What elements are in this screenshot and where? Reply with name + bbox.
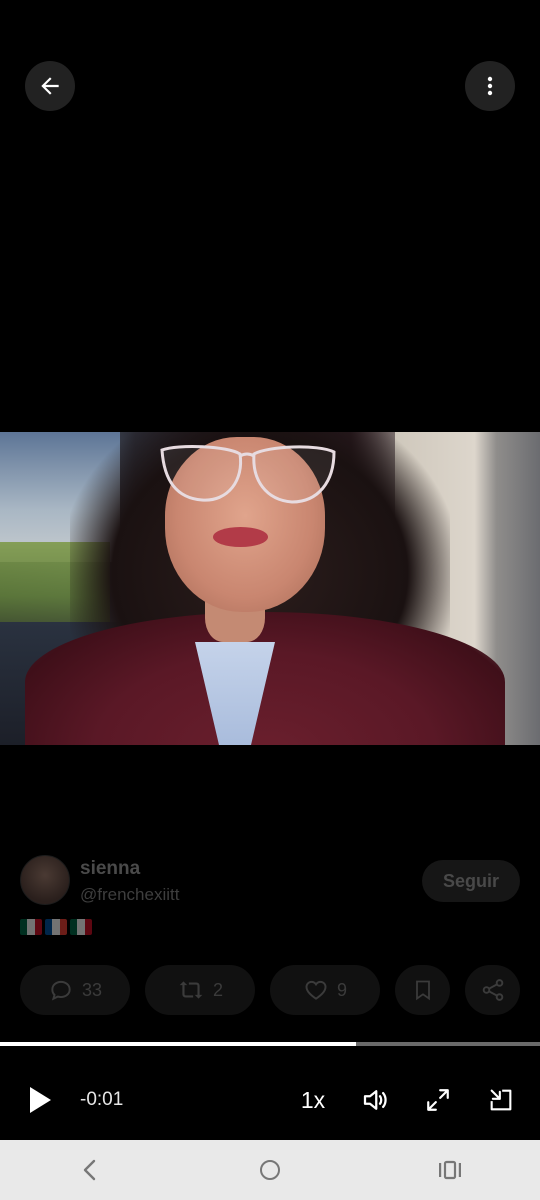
seek-bar-progress bbox=[0, 1042, 357, 1046]
time-remaining: -0:01 bbox=[80, 1089, 124, 1110]
follow-button[interactable]: Seguir bbox=[422, 860, 520, 902]
repost-count: 2 bbox=[212, 979, 223, 1000]
chevron-left-icon bbox=[83, 1159, 96, 1181]
repost-icon bbox=[179, 981, 203, 999]
share-button[interactable] bbox=[465, 965, 520, 1015]
play-icon bbox=[30, 1087, 51, 1113]
more-vertical-icon bbox=[487, 76, 493, 96]
play-button[interactable] bbox=[22, 1080, 58, 1120]
comment-icon bbox=[51, 980, 71, 1001]
nav-home-button[interactable] bbox=[240, 1150, 300, 1190]
author-handle[interactable]: @frenchexiitt bbox=[80, 885, 179, 905]
volume-button[interactable] bbox=[357, 1080, 393, 1120]
more-options-button[interactable] bbox=[465, 61, 515, 111]
heart-icon bbox=[305, 980, 327, 1000]
nav-back-button[interactable] bbox=[60, 1150, 120, 1190]
picture-in-picture-button[interactable] bbox=[483, 1080, 519, 1120]
fullscreen-icon bbox=[427, 1089, 449, 1111]
glasses-shape bbox=[160, 445, 336, 504]
bookmark-icon bbox=[415, 980, 430, 1001]
video-player[interactable] bbox=[0, 432, 540, 745]
like-count: 9 bbox=[336, 979, 347, 1000]
seek-bar[interactable] bbox=[0, 1042, 540, 1046]
home-circle-icon bbox=[260, 1160, 280, 1180]
share-icon bbox=[482, 979, 503, 1001]
recents-icon bbox=[439, 1160, 461, 1180]
system-nav-bar bbox=[0, 1140, 540, 1200]
flag-mexico-icon bbox=[70, 919, 92, 935]
bookmark-button[interactable] bbox=[395, 965, 450, 1015]
like-button[interactable]: 9 bbox=[270, 965, 380, 1015]
bio-flags bbox=[20, 919, 92, 937]
playback-speed-button[interactable]: 1x bbox=[292, 1080, 334, 1120]
nav-recents-button[interactable] bbox=[420, 1150, 480, 1190]
arrow-left-icon bbox=[41, 77, 59, 95]
picture-in-picture-icon bbox=[490, 1089, 512, 1111]
author-name[interactable]: sienna bbox=[80, 858, 140, 880]
flag-france-icon bbox=[45, 919, 67, 935]
back-button[interactable] bbox=[25, 61, 75, 111]
repost-button[interactable]: 2 bbox=[145, 965, 255, 1015]
reply-button[interactable]: 33 bbox=[20, 965, 130, 1015]
avatar[interactable] bbox=[20, 855, 70, 905]
volume-icon bbox=[363, 1090, 387, 1110]
flag-mexico-icon bbox=[20, 919, 42, 935]
fullscreen-button[interactable] bbox=[420, 1080, 456, 1120]
reply-count: 33 bbox=[81, 979, 103, 1000]
